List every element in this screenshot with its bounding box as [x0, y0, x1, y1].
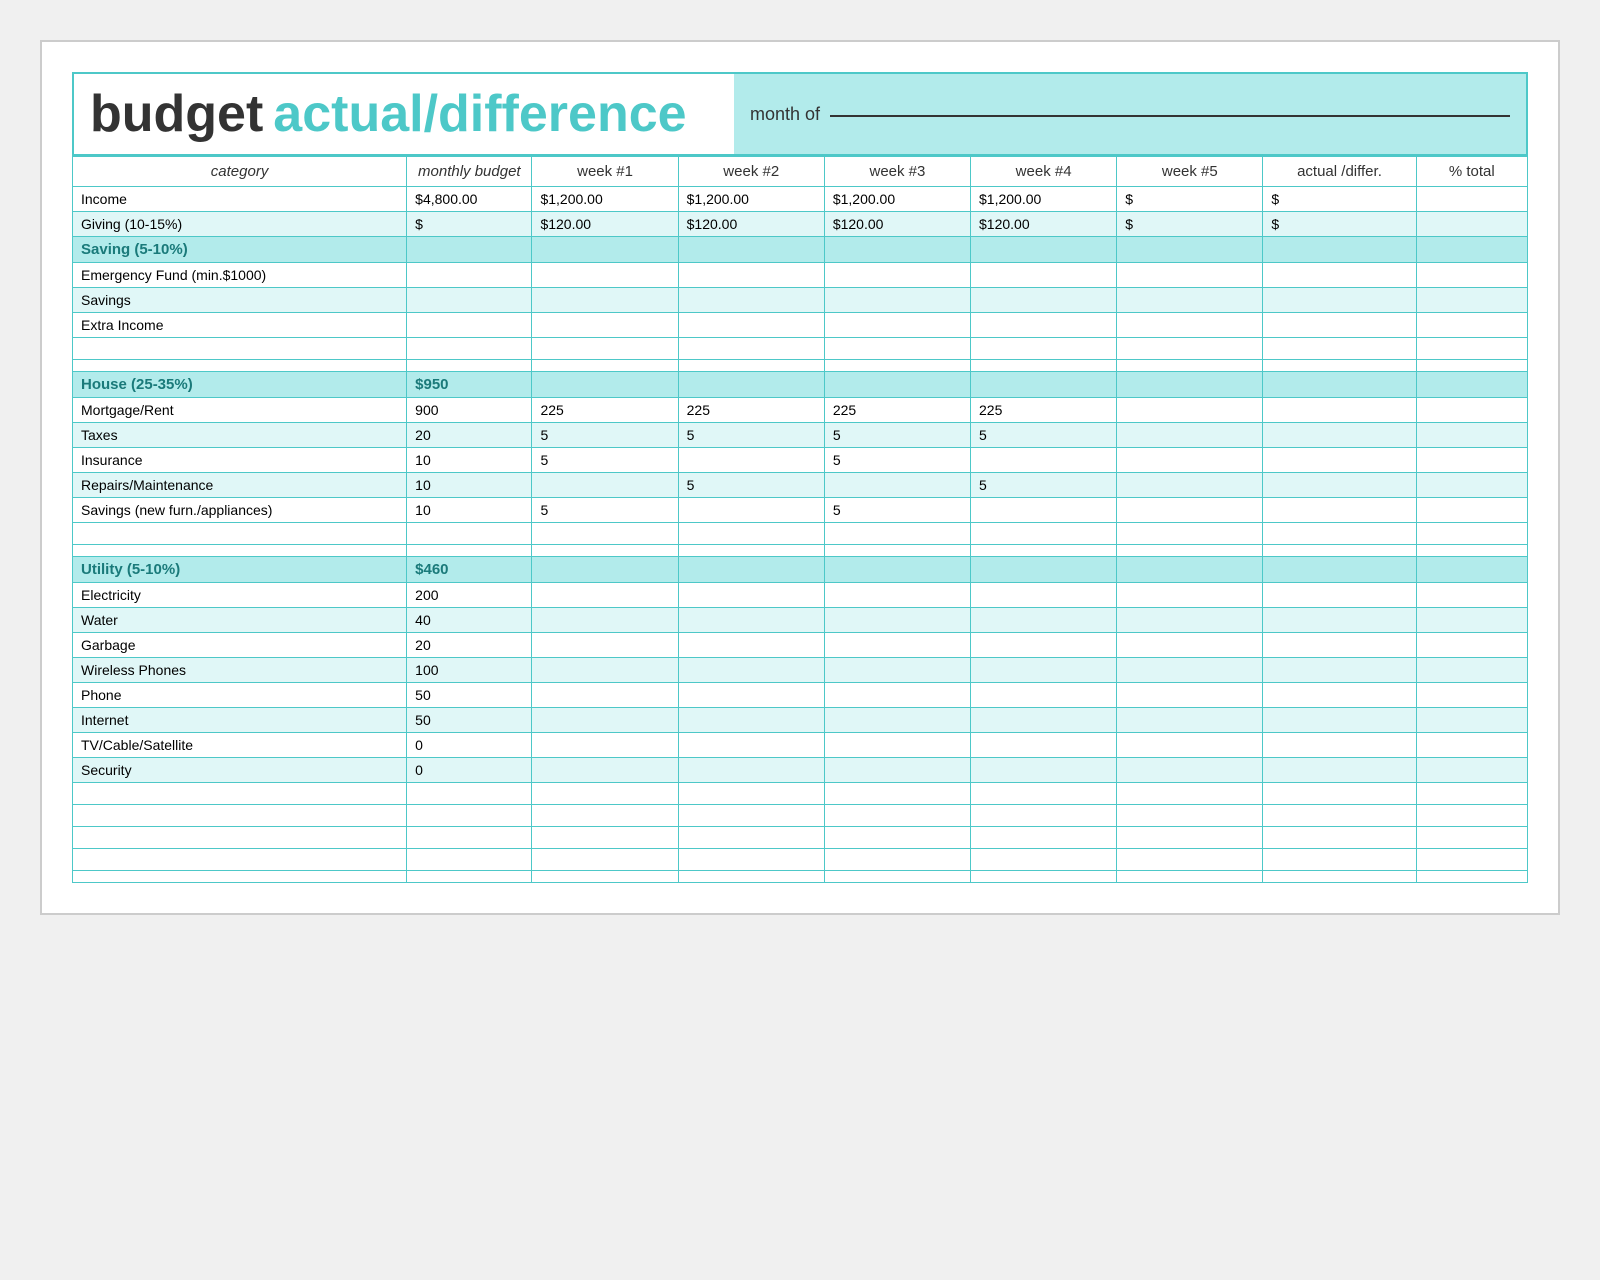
- col-category-header: category: [73, 157, 407, 187]
- col-pct-header: % total: [1416, 157, 1527, 187]
- col-actual-header: actual /differ.: [1263, 157, 1416, 187]
- actual-title: actual/difference: [273, 84, 686, 144]
- page-container: budget actual/difference month of catego…: [40, 40, 1560, 915]
- utility-section-label: Utility (5-10%): [73, 557, 407, 583]
- header-left: budget actual/difference: [74, 74, 734, 154]
- table-row: Emergency Fund (min.$1000): [73, 263, 1528, 288]
- empty-row: [73, 783, 1528, 805]
- table-row: Taxes205555: [73, 423, 1528, 448]
- table-row: Giving (10-15%)$$120.00$120.00$120.00$12…: [73, 212, 1528, 237]
- house-section-label: House (25-35%): [73, 372, 407, 398]
- budget-title: budget: [90, 84, 263, 144]
- spacer-row: [73, 871, 1528, 883]
- table-row: Mortgage/Rent900225225225225: [73, 398, 1528, 423]
- table-row: Internet50: [73, 708, 1528, 733]
- saving-section-label: Saving (5-10%): [73, 237, 407, 263]
- month-line: [830, 115, 1510, 117]
- empty-row: [73, 827, 1528, 849]
- empty-row: [73, 523, 1528, 545]
- header: budget actual/difference month of: [72, 72, 1528, 156]
- month-of-label: month of: [750, 104, 820, 125]
- table-row: Extra Income: [73, 313, 1528, 338]
- column-header-row: category monthly budget week #1 week #2 …: [73, 157, 1528, 187]
- table-row: Insurance1055: [73, 448, 1528, 473]
- col-week2-header: week #2: [678, 157, 824, 187]
- spacer-row: [73, 360, 1528, 372]
- col-week5-header: week #5: [1117, 157, 1263, 187]
- table-row: Income$4,800.00$1,200.00$1,200.00$1,200.…: [73, 187, 1528, 212]
- table-row: Savings: [73, 288, 1528, 313]
- table-row: TV/Cable/Satellite0: [73, 733, 1528, 758]
- table-row: Water40: [73, 608, 1528, 633]
- table-row: Savings (new furn./appliances)1055: [73, 498, 1528, 523]
- col-monthly-header: monthly budget: [407, 157, 532, 187]
- col-week3-header: week #3: [824, 157, 970, 187]
- section-header-saving: Saving (5-10%): [73, 237, 1528, 263]
- empty-row: [73, 805, 1528, 827]
- empty-row: [73, 338, 1528, 360]
- table-row: Security0: [73, 758, 1528, 783]
- table-row: Repairs/Maintenance1055: [73, 473, 1528, 498]
- table-row: Electricity200: [73, 583, 1528, 608]
- table-row: Phone50: [73, 683, 1528, 708]
- table-row: Wireless Phones100: [73, 658, 1528, 683]
- col-week1-header: week #1: [532, 157, 678, 187]
- empty-row: [73, 849, 1528, 871]
- col-week4-header: week #4: [971, 157, 1117, 187]
- header-right: month of: [734, 74, 1526, 154]
- table-row: Garbage20: [73, 633, 1528, 658]
- section-header-house: House (25-35%)$950: [73, 372, 1528, 398]
- budget-table: category monthly budget week #1 week #2 …: [72, 156, 1528, 883]
- section-header-utility: Utility (5-10%)$460: [73, 557, 1528, 583]
- spacer-row: [73, 545, 1528, 557]
